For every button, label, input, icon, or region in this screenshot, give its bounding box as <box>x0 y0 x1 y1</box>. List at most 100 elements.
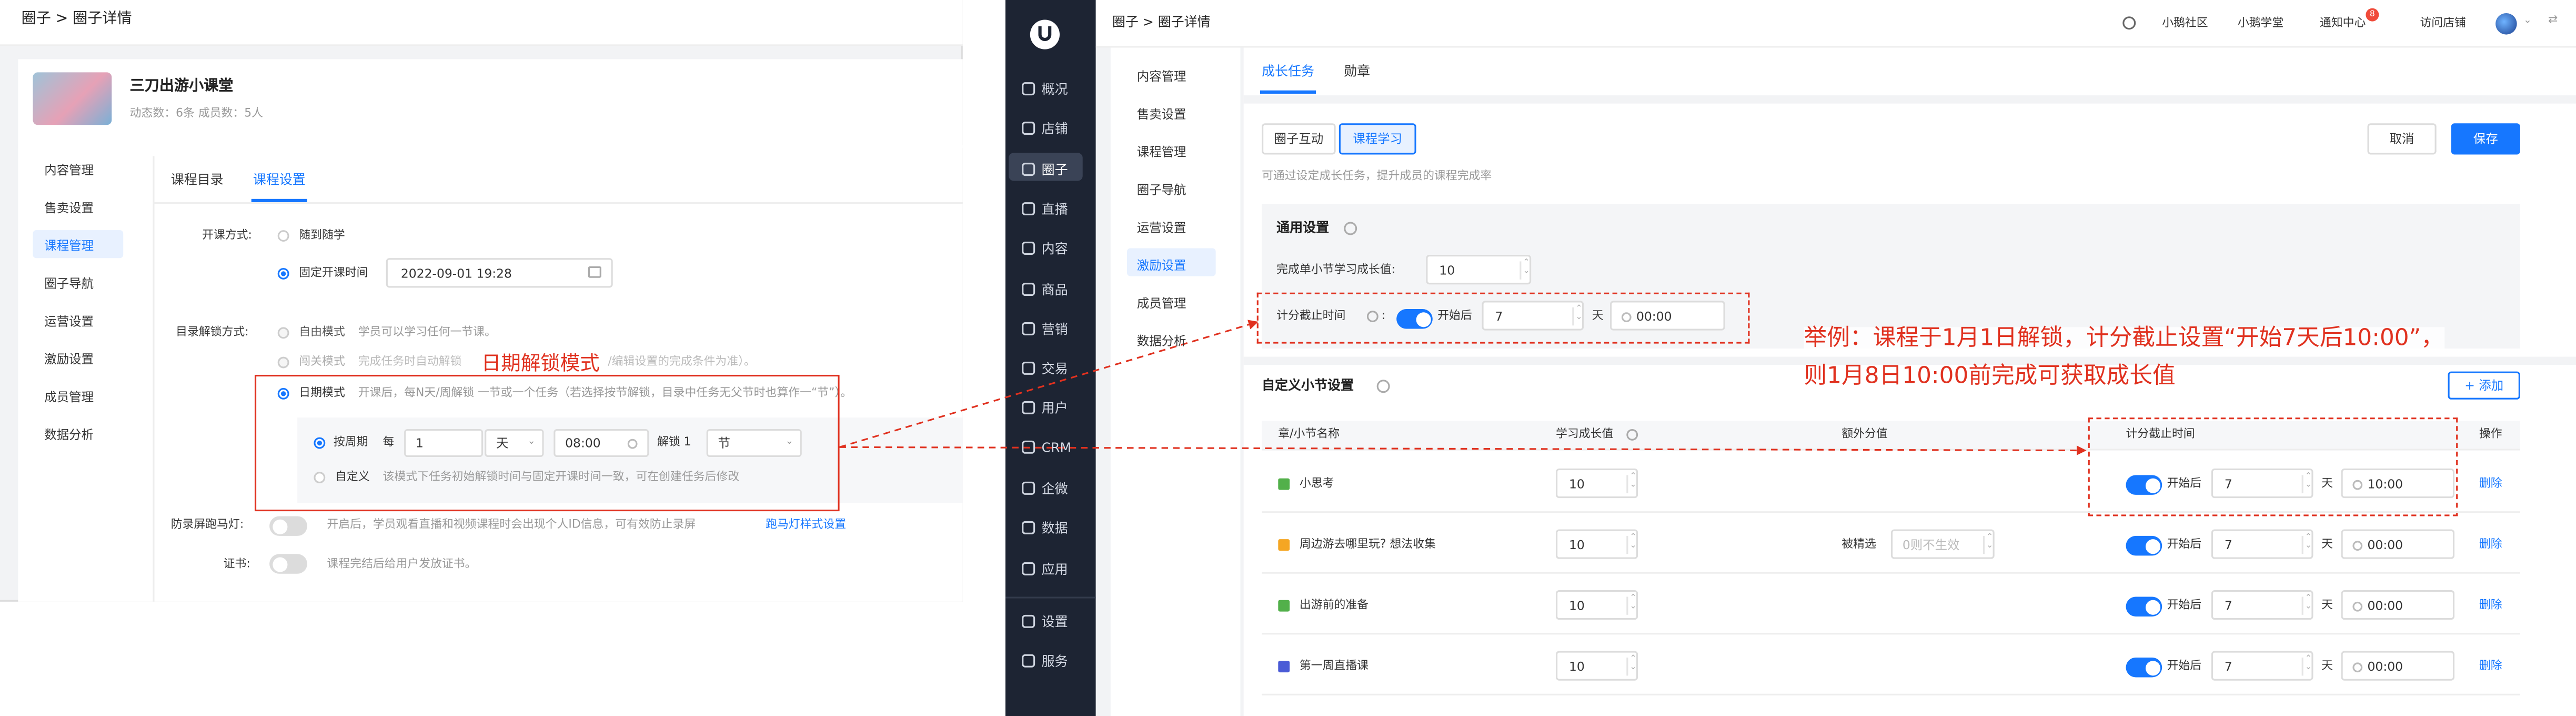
tab-badges[interactable]: 勋章 <box>1344 65 1370 79</box>
row-days-input[interactable]: 7 <box>2211 651 2313 681</box>
right-sidebar-item-6[interactable]: 成员管理 <box>1137 294 1186 312</box>
breadcrumb[interactable]: 圈子 > 圈子详情 <box>22 12 132 28</box>
right-sidebar-item-7[interactable]: 数据分析 <box>1137 332 1186 350</box>
nav-item-4[interactable]: 内容 <box>1022 240 1068 258</box>
left-sidebar-item-2[interactable]: 课程管理 <box>44 237 94 255</box>
topbar-school[interactable]: 小鹅学堂 <box>2238 17 2283 29</box>
right-sidebar-item-3[interactable]: 圈子导航 <box>1137 181 1186 198</box>
row-name[interactable]: 周边游去哪里玩? 想法收集 <box>1300 539 1436 551</box>
chevron-down-icon[interactable]: ⌄ <box>2523 16 2532 26</box>
row-deadline-toggle[interactable] <box>2126 596 2162 616</box>
right-sidebar-item-1[interactable]: 售卖设置 <box>1137 105 1186 123</box>
nav-item-1[interactable]: 店铺 <box>1022 121 1068 138</box>
nav-item-11[interactable]: 数据 <box>1022 520 1068 538</box>
col-operation: 操作 <box>2479 427 2502 441</box>
nav-item-14[interactable]: 服务 <box>1022 653 1068 671</box>
row-time-input[interactable]: 00:00 <box>2341 590 2455 620</box>
left-sidebar-item-6[interactable]: 成员管理 <box>44 388 94 406</box>
radio-free-mode[interactable] <box>277 327 289 339</box>
tab-course-settings[interactable]: 课程设置 <box>253 173 306 187</box>
nav-item-6[interactable]: 营销 <box>1022 320 1068 338</box>
nav-item-13[interactable]: 设置 <box>1022 613 1068 631</box>
topbar-visit-store[interactable]: 访问店铺 <box>2420 17 2466 29</box>
stepper-icon[interactable] <box>1626 473 1637 493</box>
radio-fixed-time[interactable] <box>277 267 289 280</box>
row-growth-input[interactable]: 10 <box>1556 651 1638 681</box>
stepper-icon[interactable] <box>2301 534 2312 554</box>
stepper-icon[interactable] <box>2301 595 2312 615</box>
radio-anytime[interactable] <box>277 230 289 242</box>
tab-course-catalog[interactable]: 课程目录 <box>171 173 224 187</box>
stepper-icon[interactable] <box>2301 473 2312 493</box>
stepper-icon[interactable] <box>1983 534 1993 554</box>
nav-item-5[interactable]: 商品 <box>1022 280 1068 298</box>
nav-item-2[interactable]: 圈子 <box>1022 161 1068 178</box>
nav-item-7[interactable]: 交易 <box>1022 360 1068 378</box>
left-sidebar-item-3[interactable]: 圈子导航 <box>44 274 94 292</box>
row-growth-input[interactable]: 10 <box>1556 529 1638 559</box>
topbar-community[interactable]: 小鹅社区 <box>2162 17 2208 29</box>
row-time-input[interactable]: 00:00 <box>2341 529 2455 559</box>
row-extra-input[interactable]: 0则不生效 <box>1890 529 1995 559</box>
subtab-circle-interaction[interactable]: 圈子互动 <box>1262 123 1336 155</box>
nav-item-3[interactable]: 直播 <box>1022 201 1068 218</box>
left-sidebar-item-5[interactable]: 激励设置 <box>44 350 94 368</box>
avatar[interactable] <box>2496 13 2517 35</box>
right-sidebar-item-0[interactable]: 内容管理 <box>1137 67 1186 85</box>
info-icon[interactable] <box>1344 222 1357 235</box>
open-date-input[interactable]: 2022-09-01 19:28 <box>386 258 613 288</box>
row-days-input[interactable]: 7 <box>2211 529 2313 559</box>
stepper-icon[interactable] <box>1520 260 1530 280</box>
nav-item-9[interactable]: CRM <box>1022 440 1071 455</box>
row-deadline-toggle[interactable] <box>2126 658 2162 678</box>
nav-item-12[interactable]: 应用 <box>1022 560 1068 578</box>
save-button[interactable]: 保存 <box>2451 123 2520 155</box>
row-growth-input[interactable]: 10 <box>1556 468 1638 499</box>
nav-item-8[interactable]: 用户 <box>1022 400 1068 418</box>
switch-icon[interactable]: ⇄ <box>2548 14 2558 26</box>
stepper-icon[interactable] <box>1626 534 1637 554</box>
marquee-toggle[interactable] <box>269 516 307 536</box>
row-days-input[interactable]: 7 <box>2211 590 2313 620</box>
nav-item-0[interactable]: 概况 <box>1022 81 1068 98</box>
delete-button[interactable]: 删除 <box>2479 539 2502 551</box>
left-screenshot: 圈子 > 圈子详情 三刀出游小课堂 动态数：6条 成员数：5人 课程目录 课程设… <box>0 0 963 602</box>
marquee-style-link[interactable]: 跑马灯样式设置 <box>766 519 846 531</box>
stepper-icon[interactable] <box>1626 656 1637 676</box>
add-button[interactable]: + 添加 <box>2448 371 2520 400</box>
breadcrumb[interactable]: 圈子 > 圈子详情 <box>1112 16 1211 29</box>
subtab-course-learning[interactable]: 课程学习 <box>1339 123 1416 155</box>
row-growth-input[interactable]: 10 <box>1556 590 1638 620</box>
topbar-notifications[interactable]: 通知中心 <box>2320 17 2366 29</box>
row-days-input[interactable]: 7 <box>2211 468 2313 499</box>
delete-button[interactable]: 删除 <box>2479 599 2502 612</box>
certificate-toggle[interactable] <box>269 554 307 574</box>
row-name[interactable]: 出游前的准备 <box>1300 599 1368 612</box>
left-sidebar-item-4[interactable]: 运营设置 <box>44 312 94 330</box>
right-sidebar-item-5[interactable]: 激励设置 <box>1137 256 1186 274</box>
delete-button[interactable]: 删除 <box>2479 660 2502 672</box>
left-sidebar-item-0[interactable]: 内容管理 <box>44 161 94 179</box>
info-icon[interactable] <box>1626 429 1638 441</box>
left-sidebar-item-7[interactable]: 数据分析 <box>44 426 94 444</box>
left-sidebar-item-1[interactable]: 售卖设置 <box>44 199 94 217</box>
row-name[interactable]: 第一周直播课 <box>1300 660 1368 672</box>
radio-pass-mode[interactable] <box>277 356 289 369</box>
row-deadline-toggle[interactable] <box>2126 535 2162 556</box>
delete-button[interactable]: 删除 <box>2479 478 2502 490</box>
row-deadline-toggle[interactable] <box>2126 475 2162 495</box>
stepper-icon[interactable] <box>1626 595 1637 615</box>
info-icon[interactable] <box>1376 380 1390 393</box>
stepper-icon[interactable] <box>2301 656 2312 676</box>
row-name[interactable]: 小思考 <box>1300 478 1334 490</box>
right-sidebar-item-2[interactable]: 课程管理 <box>1137 143 1186 161</box>
nav-item-10[interactable]: 企微 <box>1022 480 1068 498</box>
cancel-button[interactable]: 取消 <box>2367 123 2437 155</box>
single-growth-input[interactable]: 10 <box>1426 254 1532 285</box>
app-logo-icon[interactable] <box>1030 19 1060 49</box>
row-time-input[interactable]: 00:00 <box>2341 651 2455 681</box>
row-time-input[interactable]: 10:00 <box>2341 468 2455 499</box>
right-sidebar-item-4[interactable]: 运营设置 <box>1137 218 1186 236</box>
tab-growth-tasks[interactable]: 成长任务 <box>1262 65 1314 79</box>
search-icon[interactable] <box>2122 16 2136 30</box>
